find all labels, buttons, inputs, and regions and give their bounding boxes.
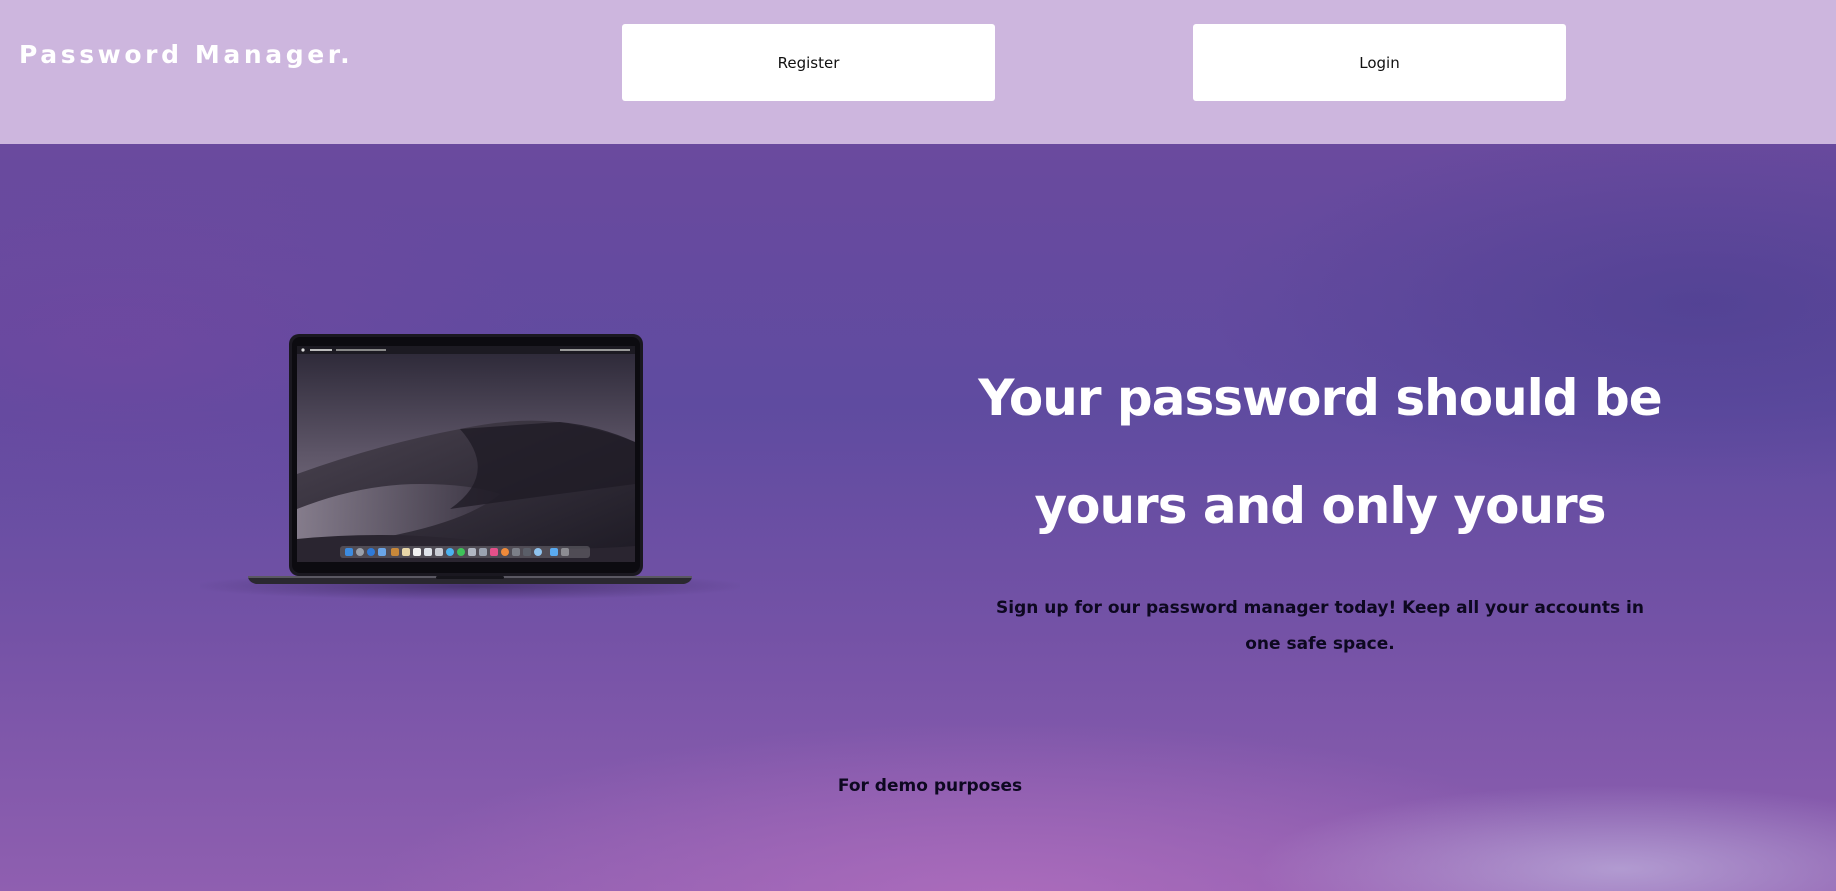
laptop-illustration: [200, 334, 740, 600]
register-button[interactable]: Register: [622, 24, 995, 101]
hero-section: Your password should be yours and only y…: [0, 144, 1836, 891]
hero-subtitle: Sign up for our password manager today! …: [996, 598, 1644, 654]
hero-headline: Your password should be yours and only y…: [978, 369, 1662, 535]
login-button[interactable]: Login: [1193, 24, 1566, 101]
brand-logo-text[interactable]: Password Manager.: [19, 40, 353, 69]
top-header: Password Manager. Register Login: [0, 0, 1836, 144]
demo-note: For demo purposes: [837, 776, 1023, 796]
